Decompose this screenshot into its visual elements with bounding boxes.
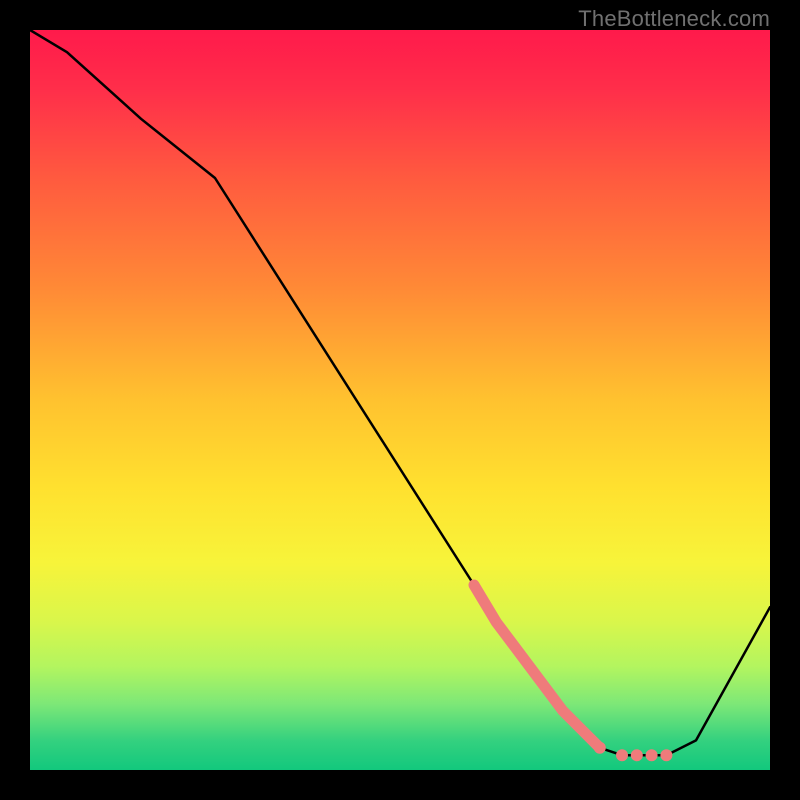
watermark-label: TheBottleneck.com — [578, 6, 770, 32]
chart-container: TheBottleneck.com — [0, 0, 800, 800]
gradient-background — [30, 30, 770, 770]
highlight-dot — [660, 749, 672, 761]
highlight-dot — [646, 749, 658, 761]
highlight-dot — [616, 749, 628, 761]
chart-svg — [30, 30, 770, 770]
highlight-dot — [594, 742, 606, 754]
highlight-dot — [631, 749, 643, 761]
plot-area — [30, 30, 770, 770]
